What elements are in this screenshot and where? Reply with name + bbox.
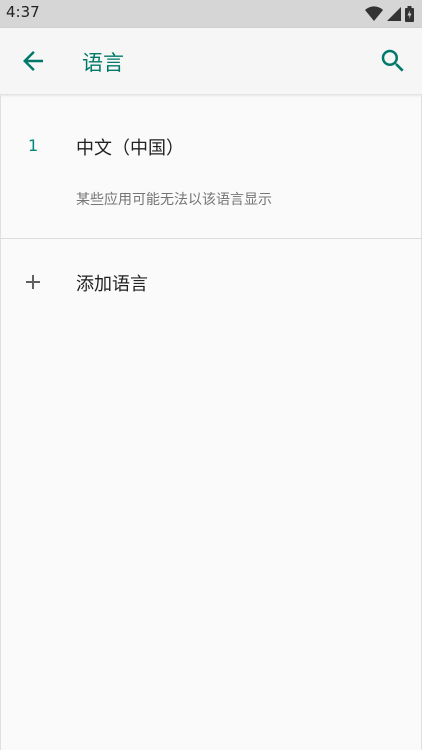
status-icons [365,6,414,22]
battery-icon [405,6,414,22]
status-bar: 4:37 [0,0,422,28]
language-list-item[interactable]: 1 中文（中国） 某些应用可能无法以该语言显示 [0,96,422,238]
signal-icon [387,7,401,21]
language-name: 中文（中国） [76,138,184,159]
plus-icon [26,275,40,289]
language-support-note: 某些应用可能无法以该语言显示 [76,192,272,208]
arrow-left-icon [23,51,43,71]
search-button[interactable] [378,46,408,76]
wifi-icon [365,6,383,22]
app-bar: 语言 [0,28,422,94]
language-order-number: 1 [28,136,39,155]
add-language-button[interactable]: 添加语言 [0,239,422,325]
status-time: 4:37 [6,3,40,21]
add-language-label: 添加语言 [76,274,148,295]
search-icon [381,49,404,72]
page-title: 语言 [82,51,124,75]
language-settings-screen: 4:37 语言 1 中文（中国） 某些应用可能无法以该语言显示 添加语言 [0,0,422,750]
back-button[interactable] [18,46,48,76]
